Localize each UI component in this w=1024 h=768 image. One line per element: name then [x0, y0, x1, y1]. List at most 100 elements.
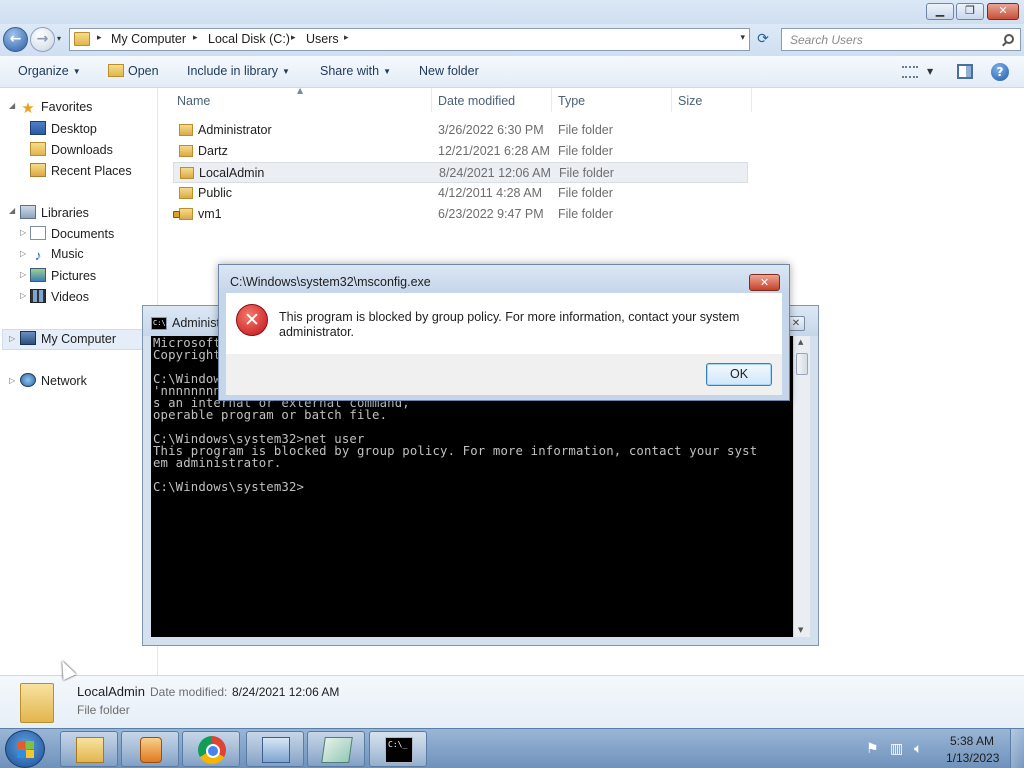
cmd-icon: C:\. — [151, 317, 170, 330]
breadcrumb-separator[interactable]: ▸ — [193, 33, 198, 43]
breadcrumb-local-disk[interactable]: Local Disk (C:) — [208, 32, 290, 46]
dialog-footer: OK — [226, 354, 782, 395]
column-divider[interactable] — [551, 88, 552, 112]
back-button[interactable]: ← — [3, 27, 28, 52]
include-in-library-button[interactable]: Include in library ▼ — [187, 64, 290, 78]
address-dropdown-icon[interactable]: ▾ — [740, 33, 745, 43]
expand-icon[interactable]: ▷ — [20, 270, 26, 279]
network-icon[interactable]: ▥ — [890, 741, 903, 757]
cmd-icon: C:\_ — [385, 737, 413, 763]
breadcrumb-separator[interactable]: ▸ — [97, 33, 102, 43]
expand-icon[interactable]: ▷ — [9, 376, 15, 385]
libraries-icon — [20, 205, 36, 219]
expand-icon[interactable]: ▷ — [9, 334, 15, 343]
nav-recent-places-label: Recent Places — [51, 164, 132, 178]
taskbar-control-panel-button[interactable] — [246, 731, 304, 767]
organize-button[interactable]: Organize ▼ — [18, 64, 81, 78]
dialog-close-button[interactable]: ✕ — [749, 274, 780, 291]
start-button[interactable] — [5, 730, 45, 768]
nav-my-computer[interactable]: My Computer — [20, 331, 116, 346]
collapse-icon[interactable]: ◢ — [9, 101, 15, 110]
preview-pane-icon[interactable] — [957, 64, 973, 79]
nav-recent-places[interactable]: Recent Places — [30, 163, 132, 178]
scroll-thumb[interactable] — [796, 353, 808, 375]
taskbar-notepad-button[interactable] — [307, 731, 365, 767]
column-divider[interactable] — [431, 88, 432, 112]
details-date-label: Date modified: — [150, 685, 228, 699]
file-name: LocalAdmin — [199, 166, 265, 180]
volume-icon[interactable]: 🔈︎ — [914, 741, 922, 757]
nav-desktop[interactable]: Desktop — [30, 121, 97, 136]
sort-ascending-icon: ▲ — [297, 86, 304, 95]
breadcrumb-users[interactable]: Users — [306, 32, 339, 46]
search-icon[interactable] — [1004, 34, 1014, 44]
nav-music-label: Music — [51, 247, 84, 261]
show-desktop-button[interactable] — [1010, 729, 1024, 768]
file-type: File folder — [558, 123, 613, 137]
nav-libraries[interactable]: Libraries — [20, 205, 89, 220]
column-divider[interactable] — [751, 88, 752, 112]
folder-icon — [20, 683, 54, 723]
flag-icon[interactable]: ⚑ — [866, 741, 879, 757]
taskbar-media-player-button[interactable] — [121, 731, 179, 767]
nav-music[interactable]: ♪ Music — [30, 247, 84, 262]
refresh-icon[interactable]: ⟳ — [752, 30, 774, 50]
breadcrumb-my-computer[interactable]: My Computer — [111, 32, 186, 46]
chevron-down-icon[interactable]: ▼ — [927, 67, 933, 76]
file-type: File folder — [558, 144, 613, 158]
minimize-button[interactable]: ▁ — [926, 3, 954, 20]
scroll-up-icon[interactable]: ▲ — [798, 338, 803, 346]
column-divider[interactable] — [671, 88, 672, 112]
expand-icon[interactable]: ▷ — [20, 228, 26, 237]
file-row[interactable]: Administrator 3/26/2022 6:30 PM File folde… — [173, 120, 748, 141]
file-row[interactable]: LocalAdmin 8/24/2021 12:06 AM File folder — [173, 162, 748, 183]
chevron-down-icon: ▼ — [383, 67, 391, 76]
nav-downloads-label: Downloads — [51, 143, 113, 157]
dialog-titlebar[interactable]: C:\Windows\system32\msconfig.exe ✕ — [219, 265, 789, 293]
details-pane: LocalAdmin Date modified: 8/24/2021 12:0… — [0, 675, 1024, 728]
breadcrumb-separator[interactable]: ▸ — [291, 33, 296, 43]
help-icon[interactable]: ? — [991, 63, 1009, 81]
clock-date[interactable]: 1/13/2023 — [946, 751, 999, 765]
search-input[interactable]: Search Users — [781, 28, 1021, 51]
taskbar-chrome-button[interactable] — [182, 731, 240, 767]
file-row[interactable]: vm1 6/23/2022 9:47 PM File folder — [173, 204, 748, 225]
computer-icon — [20, 331, 36, 345]
close-button[interactable]: ✕ — [987, 3, 1019, 20]
expand-icon[interactable]: ▷ — [20, 249, 26, 258]
clock-time[interactable]: 5:38 AM — [950, 734, 994, 748]
open-button[interactable]: Open — [108, 64, 159, 78]
column-header-type[interactable]: Type — [558, 94, 585, 108]
breadcrumb-separator[interactable]: ▸ — [344, 33, 349, 43]
cmd-scrollbar[interactable]: ▲ ▼ — [793, 336, 810, 637]
address-bar[interactable]: ▸ My Computer ▸ Local Disk (C:) ▸ Users … — [69, 28, 750, 51]
ok-button[interactable]: OK — [706, 363, 772, 386]
nav-videos[interactable]: Videos — [30, 289, 89, 304]
file-row[interactable]: Dartz 12/21/2021 6:28 AM File folder — [173, 141, 748, 162]
column-header-size[interactable]: Size — [678, 94, 702, 108]
file-row[interactable]: Public 4/12/2011 4:28 AM File folder — [173, 183, 748, 204]
details-name: LocalAdmin — [77, 684, 145, 699]
collapse-icon[interactable]: ◢ — [9, 206, 15, 215]
column-header-name[interactable]: Name — [177, 94, 210, 108]
taskbar-explorer-button[interactable] — [60, 731, 118, 767]
taskbar-cmd-button[interactable]: C:\_ — [369, 731, 427, 767]
recent-pages-dropdown[interactable]: ▾ — [57, 34, 61, 43]
address-row: ← → ▾ ▸ My Computer ▸ Local Disk (C:) ▸ … — [0, 24, 1024, 56]
nav-documents[interactable]: Documents — [30, 226, 114, 241]
expand-icon[interactable]: ▷ — [20, 291, 26, 300]
column-header-date-modified[interactable]: Date modified — [438, 94, 515, 108]
new-folder-button[interactable]: New folder — [419, 64, 479, 78]
nav-pictures[interactable]: Pictures — [30, 268, 96, 283]
nav-network-label: Network — [41, 374, 87, 388]
views-icon[interactable] — [902, 66, 918, 78]
file-date-modified: 4/12/2011 4:28 AM — [438, 186, 543, 200]
nav-desktop-label: Desktop — [51, 122, 97, 136]
scroll-down-icon[interactable]: ▼ — [798, 626, 803, 634]
share-with-button[interactable]: Share with ▼ — [320, 64, 391, 78]
nav-downloads[interactable]: Downloads — [30, 142, 113, 157]
forward-button[interactable]: → — [30, 27, 55, 52]
nav-network[interactable]: Network — [20, 373, 87, 388]
maximize-button[interactable]: ❐ — [956, 3, 984, 20]
nav-favorites[interactable]: ★ Favorites — [20, 100, 92, 116]
